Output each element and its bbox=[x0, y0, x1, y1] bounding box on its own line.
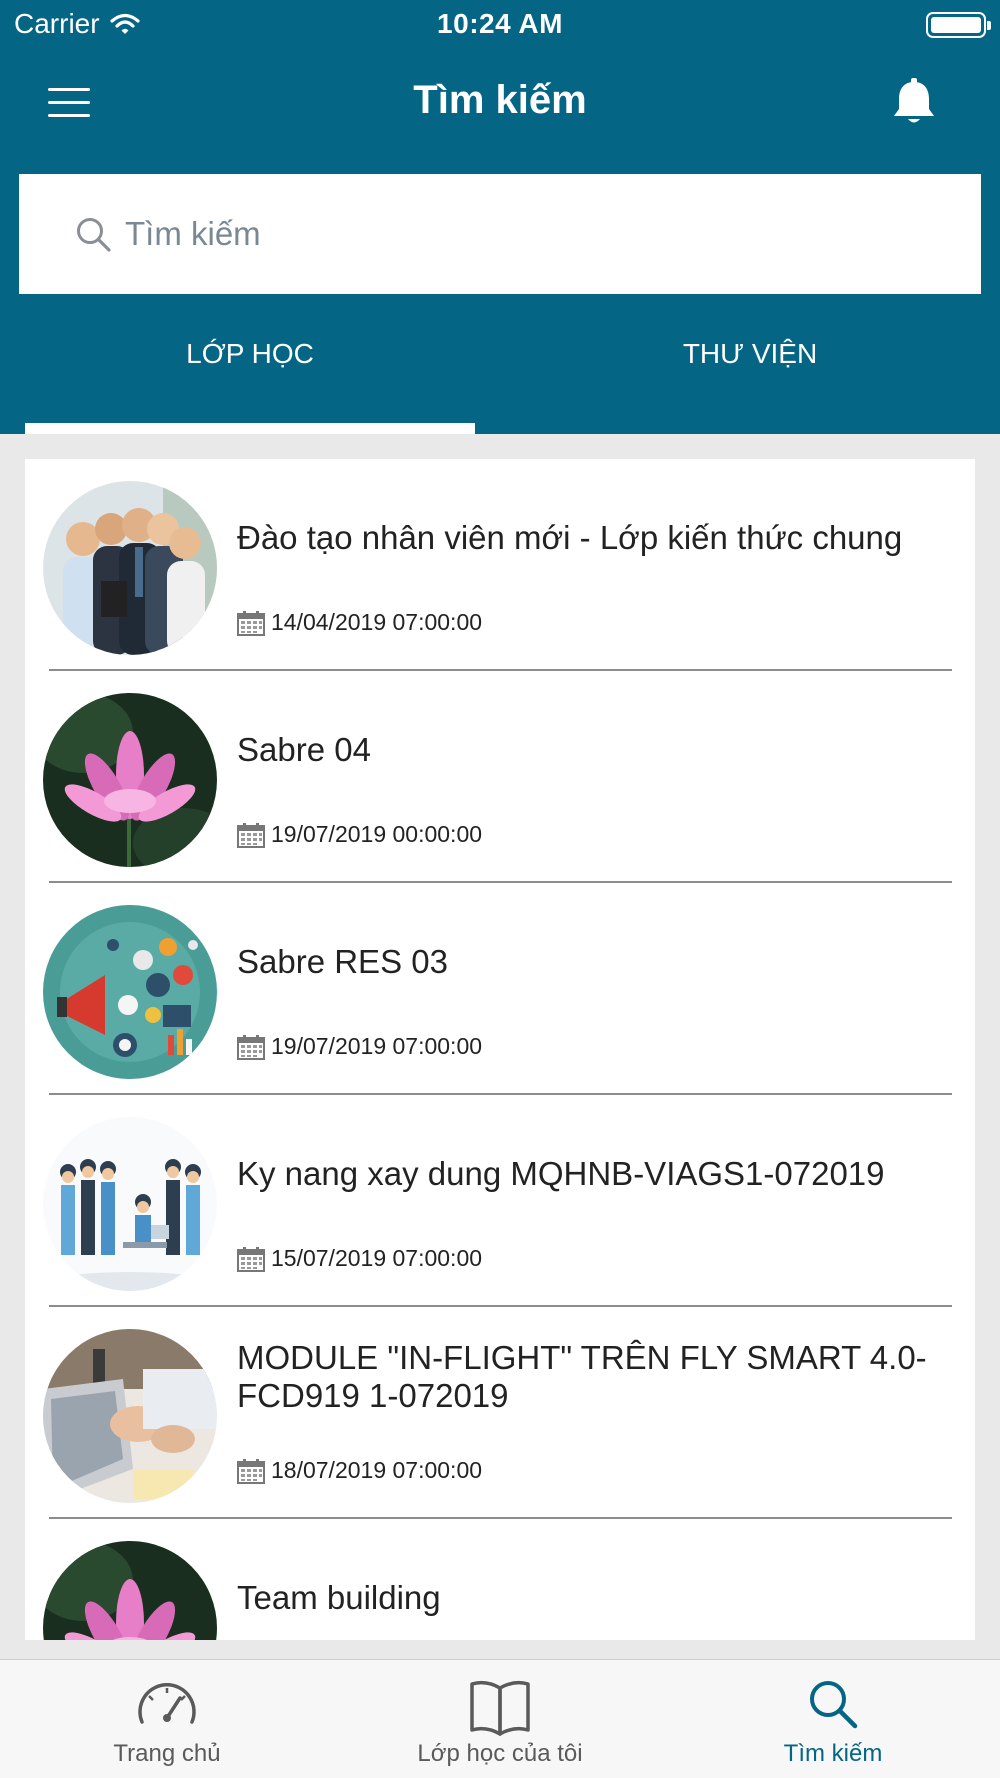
tab-library-label: THƯ VIỆN bbox=[682, 338, 818, 369]
list-item[interactable]: Ky nang xay dung MQHNB-VIAGS1-072019 15/… bbox=[25, 1095, 975, 1307]
course-date: 15/07/2019 07:00:00 bbox=[237, 1245, 482, 1272]
tabbar-home-label: Trang chủ bbox=[113, 1740, 221, 1767]
course-list[interactable]: Đào tạo nhân viên mới - Lớp kiến thức ch… bbox=[25, 459, 975, 1640]
tab-classes[interactable]: LỚP HỌC bbox=[25, 338, 475, 434]
course-date-text: 18/07/2019 07:00:00 bbox=[271, 1457, 483, 1483]
calendar-icon bbox=[237, 610, 265, 636]
course-date: 14/04/2019 07:00:00 bbox=[237, 609, 482, 636]
calendar-icon bbox=[237, 822, 265, 848]
course-thumbnail-lotus-flower bbox=[43, 1541, 217, 1640]
tabbar-home[interactable]: Trang chủ bbox=[0, 1660, 334, 1778]
search-input[interactable] bbox=[125, 204, 945, 264]
course-thumbnail-business-team bbox=[43, 481, 217, 655]
course-title: Đào tạo nhân viên mới - Lớp kiến thức ch… bbox=[237, 519, 903, 556]
course-title: Team building bbox=[237, 1579, 441, 1616]
active-tab-indicator bbox=[25, 423, 475, 434]
calendar-icon bbox=[237, 1246, 265, 1272]
calendar-icon bbox=[237, 1458, 265, 1484]
course-title: Sabre RES 03 bbox=[237, 943, 448, 980]
book-icon bbox=[470, 1680, 530, 1736]
tab-classes-label: LỚP HỌC bbox=[186, 338, 314, 369]
course-date: 18/07/2019 07:00:00 bbox=[237, 1457, 482, 1484]
list-item[interactable]: Sabre 04 19/07/2019 00:00:00 bbox=[25, 671, 975, 883]
battery-icon bbox=[926, 12, 991, 38]
search-bar bbox=[19, 174, 981, 294]
list-item[interactable]: Team building bbox=[25, 1519, 975, 1640]
tabbar-my-classes[interactable]: Lớp học của tôi bbox=[333, 1660, 667, 1778]
search-icon bbox=[77, 218, 111, 252]
tabbar-search-label: Tìm kiếm bbox=[783, 1740, 883, 1767]
navigation-bar: Tìm kiếm bbox=[0, 52, 1000, 152]
status-time: 10:24 AM bbox=[437, 8, 563, 39]
tabbar-search[interactable]: Tìm kiếm bbox=[666, 1660, 1000, 1778]
status-bar: Carrier 10:24 AM bbox=[0, 0, 1000, 52]
course-date-text: 14/04/2019 07:00:00 bbox=[271, 609, 483, 635]
course-title: MODULE "IN-FLIGHT" TRÊN FLY SMART 4.0-FC… bbox=[237, 1339, 927, 1414]
list-item[interactable]: MODULE "IN-FLIGHT" TRÊN FLY SMART 4.0-FC… bbox=[25, 1307, 975, 1519]
course-title: Ky nang xay dung MQHNB-VIAGS1-072019 bbox=[237, 1155, 885, 1192]
page-title: Tìm kiếm bbox=[413, 78, 587, 122]
course-thumbnail-cartoon-office-team bbox=[43, 1117, 217, 1291]
course-date: 19/07/2019 00:00:00 bbox=[237, 821, 482, 848]
course-thumbnail-marketing-megaphone bbox=[43, 905, 217, 1079]
course-date-text: 19/07/2019 00:00:00 bbox=[271, 821, 483, 847]
bottom-tab-bar: Trang chủ Lớp học của tôi Tìm kiếm bbox=[0, 1659, 1000, 1778]
course-title: Sabre 04 bbox=[237, 731, 371, 768]
course-thumbnail-laptop-typing bbox=[43, 1329, 217, 1503]
tabbar-my-classes-label: Lớp học của tôi bbox=[417, 1740, 583, 1767]
notification-bell-icon[interactable] bbox=[890, 76, 938, 128]
speedometer-icon bbox=[138, 1683, 196, 1724]
list-item[interactable]: Sabre RES 03 19/07/2019 07:00:00 bbox=[25, 883, 975, 1095]
search-icon bbox=[810, 1681, 858, 1729]
tab-library[interactable]: THƯ VIỆN bbox=[525, 338, 975, 434]
course-date: 19/07/2019 07:00:00 bbox=[237, 1033, 482, 1060]
list-item[interactable]: Đào tạo nhân viên mới - Lớp kiến thức ch… bbox=[25, 459, 975, 671]
course-thumbnail-lotus-flower bbox=[43, 693, 217, 867]
calendar-icon bbox=[237, 1034, 265, 1060]
course-date-text: 19/07/2019 07:00:00 bbox=[271, 1033, 483, 1059]
course-date-text: 15/07/2019 07:00:00 bbox=[271, 1245, 483, 1271]
